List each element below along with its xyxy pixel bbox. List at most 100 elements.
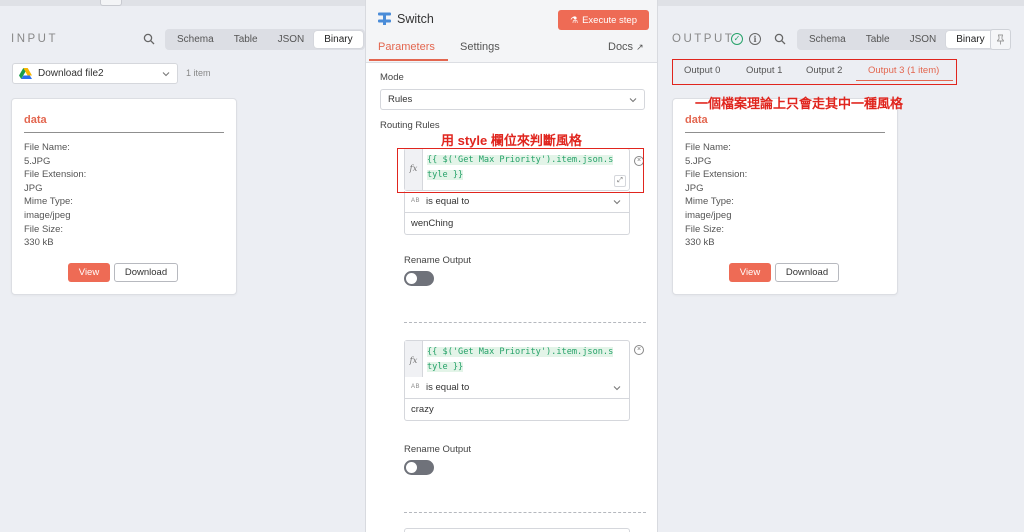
operator-value: is equal to — [426, 196, 470, 207]
size-label: File Size: — [685, 223, 725, 235]
file-ext-label: File Extension: — [24, 169, 87, 181]
tab-output-2[interactable]: Output 2 — [806, 65, 842, 76]
file-name-label: File Name: — [24, 142, 70, 153]
file-metadata: File Name: 5.JPG File Extension: JPG Mim… — [685, 141, 747, 250]
mode-binary[interactable]: Binary — [946, 31, 995, 48]
mode-select-value: Rules — [388, 94, 413, 105]
divider — [24, 132, 224, 133]
node-settings-panel: Switch ⚗ Execute step Parameters Settings… — [365, 0, 658, 532]
rule-divider — [404, 512, 646, 513]
download-button[interactable]: Download — [775, 263, 839, 282]
view-button[interactable]: View — [68, 263, 110, 282]
remove-rule-icon[interactable]: × — [634, 345, 644, 355]
search-icon[interactable] — [143, 33, 155, 45]
binary-data-card: data File Name: 5.JPG File Extension: JP… — [672, 98, 898, 295]
external-link-icon: ↗ — [636, 42, 644, 52]
expression-line-1: {{ $('Get Max Priority').item.json.s — [427, 347, 614, 357]
info-icon[interactable]: i — [749, 33, 761, 45]
tab-output-3[interactable]: Output 3 (1 item) — [868, 65, 939, 76]
rule-divider — [404, 322, 646, 323]
input-pane: INPUT Schema Table JSON Binary Download … — [0, 0, 365, 532]
mode-label: Mode — [380, 72, 404, 83]
file-ext-value: JPG — [24, 182, 43, 194]
tab-parameters[interactable]: Parameters — [378, 41, 435, 53]
file-name-value: 5.JPG — [685, 155, 712, 167]
tab-output-1[interactable]: Output 1 — [746, 65, 782, 76]
google-drive-icon — [19, 68, 32, 79]
chevron-down-icon — [613, 386, 621, 391]
pin-data-button[interactable] — [990, 29, 1011, 50]
output-view-modes: Schema Table JSON Binary — [797, 29, 997, 50]
operator-select[interactable]: AB is equal to — [404, 377, 630, 399]
annotation-one-style: 一個檔案理論上只會走其中一種風格 — [695, 96, 904, 111]
output-title: OUTPUT — [672, 33, 735, 45]
tab-output-0[interactable]: Output 0 — [684, 65, 720, 76]
mode-json[interactable]: JSON — [900, 31, 947, 48]
view-button[interactable]: View — [729, 263, 771, 282]
download-button[interactable]: Download — [114, 263, 178, 282]
next-rule-edge — [404, 528, 630, 532]
active-tab-underline — [856, 80, 953, 81]
size-value: 330 kB — [685, 237, 715, 249]
divider — [685, 132, 885, 133]
rename-output-label: Rename Output — [404, 444, 472, 455]
mode-binary[interactable]: Binary — [314, 31, 363, 48]
compare-value-input[interactable]: wenChing — [404, 213, 630, 235]
top-bar — [658, 0, 1024, 6]
mode-table[interactable]: Table — [224, 31, 268, 48]
source-select-value: Download file2 — [38, 68, 104, 79]
expression-line-2: tyle }} — [427, 362, 464, 372]
type-badge: AB — [411, 384, 421, 390]
source-node-select[interactable]: Download file2 — [12, 63, 178, 84]
switch-node-icon — [378, 12, 391, 25]
back-handle[interactable] — [100, 0, 122, 6]
rename-output-toggle[interactable] — [404, 460, 434, 475]
node-header: Switch ⚗ Execute step Parameters Settings… — [366, 0, 657, 63]
annotation-style-field: 用 style 欄位來判斷風格 — [441, 133, 582, 148]
operator-select[interactable]: AB is equal to — [404, 191, 630, 213]
file-name-label: File Name: — [685, 142, 731, 153]
mode-schema[interactable]: Schema — [167, 31, 224, 48]
mode-schema[interactable]: Schema — [799, 31, 856, 48]
expression-code: {{ $('Get Max Priority').item.json.s tyl… — [427, 345, 627, 375]
card-title: data — [24, 114, 47, 126]
input-view-modes: Schema Table JSON Binary — [165, 29, 365, 50]
compare-value-input[interactable]: crazy — [404, 399, 630, 421]
input-title: INPUT — [11, 33, 58, 45]
search-icon[interactable] — [774, 33, 786, 45]
annotation-highlight-box — [397, 148, 644, 193]
mime-value: image/jpeg — [24, 209, 71, 221]
chevron-down-icon — [162, 72, 170, 77]
active-tab-underline — [369, 59, 448, 61]
type-badge: AB — [411, 198, 421, 204]
execute-step-label: Execute step — [582, 15, 637, 26]
operator-value: is equal to — [426, 382, 470, 393]
pin-icon — [997, 34, 1004, 45]
items-count: 1 item — [186, 68, 211, 78]
size-value: 330 kB — [24, 237, 54, 249]
tab-settings[interactable]: Settings — [460, 41, 500, 53]
routing-rules-label: Routing Rules — [380, 120, 440, 131]
rename-output-label: Rename Output — [404, 255, 472, 266]
flask-icon: ⚗ — [570, 15, 579, 25]
file-metadata: File Name: 5.JPG File Extension: JPG Mim… — [24, 141, 86, 250]
chevron-down-icon — [613, 200, 621, 205]
mime-label: Mime Type: — [685, 196, 734, 208]
fx-badge: fx — [405, 341, 423, 382]
mode-select[interactable]: Rules — [380, 89, 645, 110]
mime-value: image/jpeg — [685, 209, 732, 221]
file-ext-value: JPG — [685, 182, 704, 194]
mode-json[interactable]: JSON — [268, 31, 315, 48]
file-name-value: 5.JPG — [24, 155, 51, 167]
mode-table[interactable]: Table — [856, 31, 900, 48]
docs-link[interactable]: Docs ↗ — [608, 41, 644, 53]
rename-output-toggle[interactable] — [404, 271, 434, 286]
docs-label: Docs — [608, 41, 634, 53]
size-label: File Size: — [24, 223, 64, 235]
execute-step-button[interactable]: ⚗ Execute step — [558, 10, 649, 30]
success-check-icon: ✓ — [731, 33, 743, 45]
mime-label: Mime Type: — [24, 196, 73, 208]
output-branch-tabs: Output 0 Output 1 Output 2 Output 3 (1 i… — [672, 59, 957, 85]
card-title: data — [685, 114, 708, 126]
file-ext-label: File Extension: — [685, 169, 748, 181]
